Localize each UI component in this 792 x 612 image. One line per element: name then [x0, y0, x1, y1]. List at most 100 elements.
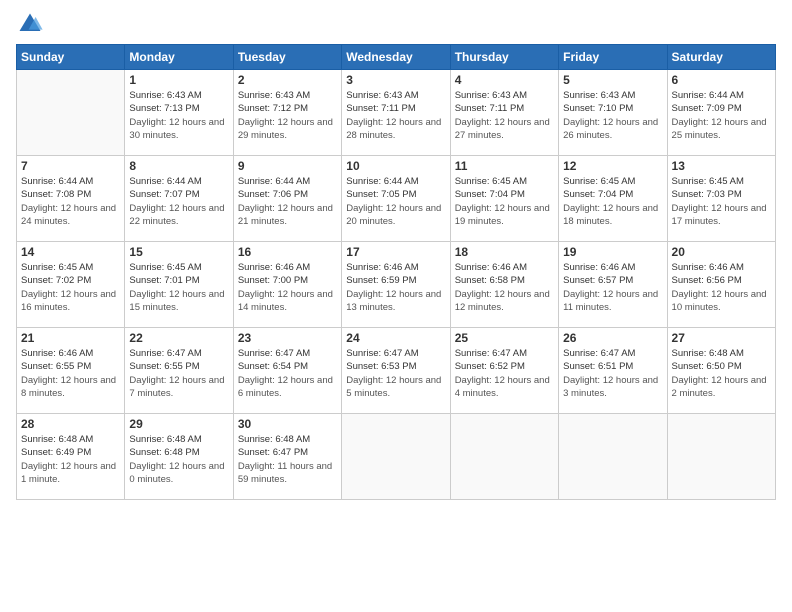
- day-number: 6: [672, 73, 771, 87]
- day-cell: 29Sunrise: 6:48 AMSunset: 6:48 PMDayligh…: [125, 414, 233, 500]
- sunrise-text: Sunrise: 6:46 AM: [455, 261, 554, 274]
- day-number: 11: [455, 159, 554, 173]
- day-info: Sunrise: 6:48 AMSunset: 6:49 PMDaylight:…: [21, 433, 120, 486]
- day-cell: 23Sunrise: 6:47 AMSunset: 6:54 PMDayligh…: [233, 328, 341, 414]
- day-cell: [17, 70, 125, 156]
- day-info: Sunrise: 6:46 AMSunset: 6:59 PMDaylight:…: [346, 261, 445, 314]
- day-info: Sunrise: 6:47 AMSunset: 6:53 PMDaylight:…: [346, 347, 445, 400]
- day-number: 22: [129, 331, 228, 345]
- day-cell: [559, 414, 667, 500]
- sunset-text: Sunset: 6:58 PM: [455, 274, 554, 287]
- day-number: 30: [238, 417, 337, 431]
- day-number: 13: [672, 159, 771, 173]
- daylight-text: Daylight: 12 hours and 12 minutes.: [455, 288, 554, 315]
- day-number: 27: [672, 331, 771, 345]
- daylight-text: Daylight: 12 hours and 16 minutes.: [21, 288, 120, 315]
- header: [16, 10, 776, 38]
- sunset-text: Sunset: 6:48 PM: [129, 446, 228, 459]
- day-cell: 21Sunrise: 6:46 AMSunset: 6:55 PMDayligh…: [17, 328, 125, 414]
- day-number: 20: [672, 245, 771, 259]
- day-info: Sunrise: 6:47 AMSunset: 6:52 PMDaylight:…: [455, 347, 554, 400]
- sunrise-text: Sunrise: 6:44 AM: [238, 175, 337, 188]
- day-info: Sunrise: 6:43 AMSunset: 7:10 PMDaylight:…: [563, 89, 662, 142]
- day-cell: 1Sunrise: 6:43 AMSunset: 7:13 PMDaylight…: [125, 70, 233, 156]
- day-cell: 20 Sunrise: 6:46 AMSunset: 6:56 PMDayligh…: [667, 242, 775, 328]
- weekday-friday: Friday: [559, 45, 667, 70]
- sunset-text: Sunset: 6:52 PM: [455, 360, 554, 373]
- day-number: 24: [346, 331, 445, 345]
- day-info: Sunrise: 6:47 AMSunset: 6:55 PMDaylight:…: [129, 347, 228, 400]
- sunrise-text: Sunrise: 6:43 AM: [455, 89, 554, 102]
- day-number: 14: [21, 245, 120, 259]
- day-cell: 17 Sunrise: 6:46 AMSunset: 6:59 PMDayligh…: [342, 242, 450, 328]
- day-cell: 4Sunrise: 6:43 AMSunset: 7:11 PMDaylight…: [450, 70, 558, 156]
- page: SundayMondayTuesdayWednesdayThursdayFrid…: [0, 0, 792, 612]
- day-info: Sunrise: 6:47 AMSunset: 6:51 PMDaylight:…: [563, 347, 662, 400]
- sunrise-text: Sunrise: 6:47 AM: [346, 347, 445, 360]
- daylight-text: Daylight: 12 hours and 7 minutes.: [129, 374, 228, 401]
- daylight-text: Daylight: 12 hours and 30 minutes.: [129, 116, 228, 143]
- week-row-1: 1Sunrise: 6:43 AMSunset: 7:13 PMDaylight…: [17, 70, 776, 156]
- daylight-text: Daylight: 12 hours and 4 minutes.: [455, 374, 554, 401]
- sunrise-text: Sunrise: 6:43 AM: [346, 89, 445, 102]
- daylight-text: Daylight: 12 hours and 18 minutes.: [563, 202, 662, 229]
- day-cell: 11 Sunrise: 6:45 AMSunset: 7:04 PMDayligh…: [450, 156, 558, 242]
- daylight-text: Daylight: 12 hours and 26 minutes.: [563, 116, 662, 143]
- day-info: Sunrise: 6:46 AMSunset: 6:55 PMDaylight:…: [21, 347, 120, 400]
- day-cell: 25Sunrise: 6:47 AMSunset: 6:52 PMDayligh…: [450, 328, 558, 414]
- day-cell: 10Sunrise: 6:44 AMSunset: 7:05 PMDayligh…: [342, 156, 450, 242]
- day-number: 9: [238, 159, 337, 173]
- daylight-text: Daylight: 12 hours and 19 minutes.: [455, 202, 554, 229]
- daylight-text: Daylight: 12 hours and 2 minutes.: [672, 374, 771, 401]
- sunset-text: Sunset: 7:02 PM: [21, 274, 120, 287]
- day-number: 17: [346, 245, 445, 259]
- sunrise-text: Sunrise: 6:46 AM: [21, 347, 120, 360]
- daylight-text: Daylight: 12 hours and 25 minutes.: [672, 116, 771, 143]
- sunrise-text: Sunrise: 6:47 AM: [455, 347, 554, 360]
- daylight-text: Daylight: 12 hours and 24 minutes.: [21, 202, 120, 229]
- sunset-text: Sunset: 7:10 PM: [563, 102, 662, 115]
- sunset-text: Sunset: 6:51 PM: [563, 360, 662, 373]
- sunrise-text: Sunrise: 6:47 AM: [238, 347, 337, 360]
- weekday-thursday: Thursday: [450, 45, 558, 70]
- weekday-saturday: Saturday: [667, 45, 775, 70]
- sunrise-text: Sunrise: 6:44 AM: [346, 175, 445, 188]
- day-cell: 13Sunrise: 6:45 AMSunset: 7:03 PMDayligh…: [667, 156, 775, 242]
- day-number: 29: [129, 417, 228, 431]
- week-row-3: 14 Sunrise: 6:45 AMSunset: 7:02 PMDayligh…: [17, 242, 776, 328]
- week-row-4: 21Sunrise: 6:46 AMSunset: 6:55 PMDayligh…: [17, 328, 776, 414]
- sunset-text: Sunset: 6:56 PM: [672, 274, 771, 287]
- day-info: Sunrise: 6:44 AMSunset: 7:09 PMDaylight:…: [672, 89, 771, 142]
- daylight-text: Daylight: 12 hours and 11 minutes.: [563, 288, 662, 315]
- daylight-text: Daylight: 12 hours and 6 minutes.: [238, 374, 337, 401]
- day-info: Sunrise: 6:45 AMSunset: 7:02 PMDaylight:…: [21, 261, 120, 314]
- weekday-header-row: SundayMondayTuesdayWednesdayThursdayFrid…: [17, 45, 776, 70]
- day-cell: 14 Sunrise: 6:45 AMSunset: 7:02 PMDayligh…: [17, 242, 125, 328]
- sunset-text: Sunset: 6:53 PM: [346, 360, 445, 373]
- sunset-text: Sunset: 7:04 PM: [455, 188, 554, 201]
- sunrise-text: Sunrise: 6:47 AM: [129, 347, 228, 360]
- day-cell: 15Sunrise: 6:45 AMSunset: 7:01 PMDayligh…: [125, 242, 233, 328]
- daylight-text: Daylight: 12 hours and 10 minutes.: [672, 288, 771, 315]
- sunrise-text: Sunrise: 6:44 AM: [129, 175, 228, 188]
- calendar: SundayMondayTuesdayWednesdayThursdayFrid…: [16, 44, 776, 500]
- day-cell: 5Sunrise: 6:43 AMSunset: 7:10 PMDaylight…: [559, 70, 667, 156]
- sunset-text: Sunset: 6:54 PM: [238, 360, 337, 373]
- day-cell: [667, 414, 775, 500]
- day-number: 8: [129, 159, 228, 173]
- daylight-text: Daylight: 12 hours and 13 minutes.: [346, 288, 445, 315]
- day-info: Sunrise: 6:45 AMSunset: 7:04 PMDaylight:…: [455, 175, 554, 228]
- sunrise-text: Sunrise: 6:46 AM: [672, 261, 771, 274]
- sunset-text: Sunset: 6:49 PM: [21, 446, 120, 459]
- daylight-text: Daylight: 12 hours and 14 minutes.: [238, 288, 337, 315]
- day-cell: 7Sunrise: 6:44 AMSunset: 7:08 PMDaylight…: [17, 156, 125, 242]
- sunset-text: Sunset: 7:12 PM: [238, 102, 337, 115]
- day-info: Sunrise: 6:44 AMSunset: 7:08 PMDaylight:…: [21, 175, 120, 228]
- day-cell: 18 Sunrise: 6:46 AMSunset: 6:58 PMDayligh…: [450, 242, 558, 328]
- day-number: 18: [455, 245, 554, 259]
- sunset-text: Sunset: 6:55 PM: [21, 360, 120, 373]
- day-number: 1: [129, 73, 228, 87]
- logo: [16, 10, 46, 38]
- day-cell: 22 Sunrise: 6:47 AMSunset: 6:55 PMDayligh…: [125, 328, 233, 414]
- day-number: 26: [563, 331, 662, 345]
